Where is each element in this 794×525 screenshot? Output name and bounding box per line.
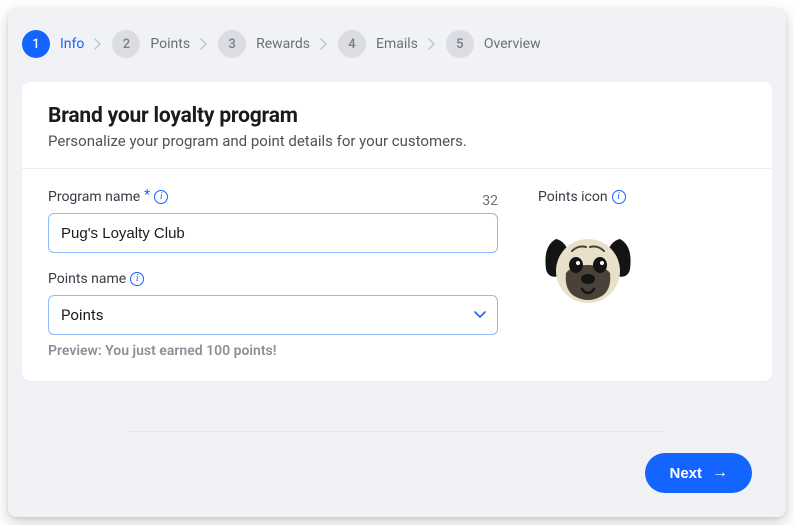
program-name-label: Program name * i: [48, 189, 168, 205]
step-number: 1: [22, 30, 50, 58]
step-label: Emails: [376, 36, 418, 52]
info-icon[interactable]: i: [154, 190, 168, 204]
chevron-right-icon: [320, 38, 328, 50]
wizard-frame: 1 Info 2 Points 3 Rewards 4 Emails 5 Ove…: [8, 8, 786, 517]
step-label: Points: [150, 36, 190, 52]
preview-text: Preview: You just earned 100 points!: [48, 343, 498, 359]
step-number: 5: [446, 30, 474, 58]
label-text: Points name: [48, 271, 126, 287]
program-name-input[interactable]: [48, 213, 498, 253]
points-name-label: Points name i: [48, 271, 498, 287]
step-overview[interactable]: 5 Overview: [446, 30, 541, 58]
step-label: Overview: [484, 36, 541, 52]
step-number: 2: [112, 30, 140, 58]
arrow-right-icon: →: [712, 464, 728, 482]
info-icon[interactable]: i: [130, 272, 144, 286]
step-info[interactable]: 1 Info: [22, 30, 84, 58]
page-title: Brand your loyalty program: [48, 104, 746, 128]
footer: Next →: [8, 437, 786, 517]
points-icon-label: Points icon i: [538, 189, 638, 205]
footer-divider: [128, 431, 666, 432]
step-label: Info: [60, 36, 84, 52]
points-icon-preview[interactable]: [538, 221, 638, 321]
step-number: 4: [338, 30, 366, 58]
label-text: Program name: [48, 189, 140, 205]
step-rewards[interactable]: 3 Rewards: [218, 30, 310, 58]
chevron-right-icon: [94, 38, 102, 50]
chevron-right-icon: [428, 38, 436, 50]
step-emails[interactable]: 4 Emails: [338, 30, 418, 58]
label-text: Points icon: [538, 189, 608, 205]
points-name-select[interactable]: Points: [48, 295, 498, 335]
icon-column: Points icon i: [538, 189, 638, 359]
card-header: Brand your loyalty program Personalize y…: [22, 82, 772, 169]
card: Brand your loyalty program Personalize y…: [22, 82, 772, 381]
pug-icon: [538, 221, 638, 321]
step-points[interactable]: 2 Points: [112, 30, 190, 58]
char-counter: 32: [482, 193, 498, 209]
required-asterisk-icon: *: [144, 187, 150, 203]
chevron-right-icon: [200, 38, 208, 50]
page-subtitle: Personalize your program and point detai…: [48, 132, 746, 150]
stepper: 1 Info 2 Points 3 Rewards 4 Emails 5 Ove…: [8, 8, 786, 58]
info-icon[interactable]: i: [612, 190, 626, 204]
select-value: Points: [61, 306, 104, 324]
next-label: Next: [669, 465, 702, 482]
form-column: Program name * i 32 Points name i Points: [48, 189, 498, 359]
next-button[interactable]: Next →: [645, 453, 752, 493]
step-number: 3: [218, 30, 246, 58]
step-label: Rewards: [256, 36, 310, 52]
card-body: Program name * i 32 Points name i Points: [22, 169, 772, 381]
